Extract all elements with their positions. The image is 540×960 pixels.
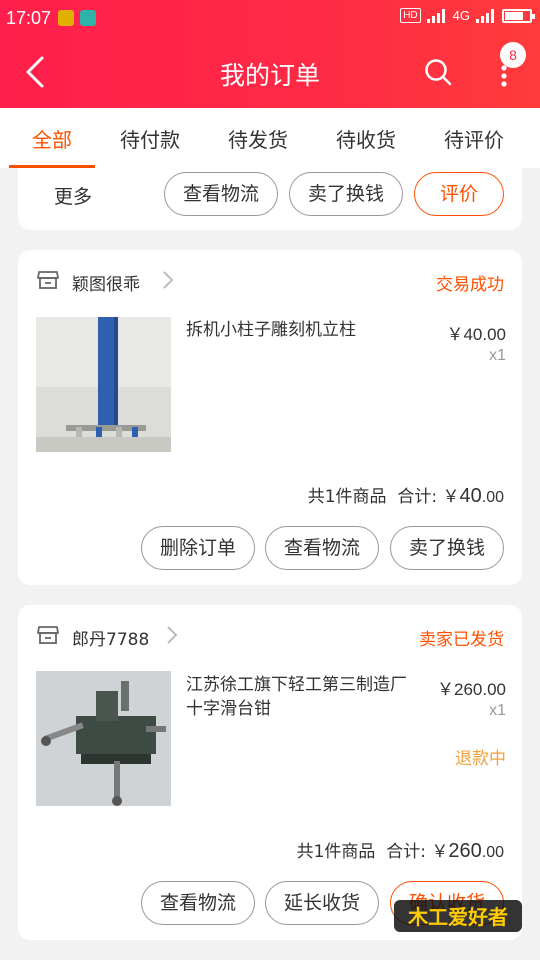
order-card[interactable]: 颖图很乖 交易成功 拆机小柱子雕刻机立柱 ￥40.00 x1 共1件商品 合计:…: [18, 250, 522, 585]
view-logistics-button[interactable]: 查看物流: [265, 526, 379, 570]
tab-pending-shipment[interactable]: 待发货: [228, 124, 288, 153]
total-amount-dec: .00: [481, 489, 504, 506]
svg-text:木工爱好者: 木工爱好者: [407, 905, 508, 929]
column-photo: [36, 317, 171, 452]
total-currency: ￥: [431, 842, 449, 862]
product-quantity: x1: [489, 702, 506, 719]
total-amount-int: 260: [448, 840, 482, 862]
page-title: 我的订单: [219, 61, 320, 90]
sell-for-cash-button[interactable]: 卖了换钱: [289, 172, 403, 216]
top-bar: 17:07 HD 4G 我的订单 8: [0, 0, 540, 108]
search-icon[interactable]: [424, 58, 452, 86]
total-currency: ￥: [442, 487, 460, 507]
refund-status[interactable]: 退款中: [455, 744, 506, 769]
shop-name[interactable]: 颖图很乖: [72, 270, 140, 295]
tab-pending-payment[interactable]: 待付款: [120, 124, 180, 153]
delete-order-button[interactable]: 删除订单: [141, 526, 255, 570]
total-label: 合计:: [386, 842, 426, 862]
order-status: 交易成功: [436, 275, 504, 295]
vise-photo: [36, 671, 171, 806]
shop-icon: [37, 626, 59, 644]
shop-icon: [37, 271, 59, 289]
status-right: HD 4G: [400, 8, 535, 23]
status-bar: 17:07 HD 4G: [0, 0, 540, 36]
total-label: 合计:: [397, 487, 438, 507]
watermark-logo: 木工爱好者: [394, 900, 522, 932]
tab-pending-review[interactable]: 待评价: [444, 124, 504, 153]
item-count: 共1件商品: [307, 487, 387, 507]
product-image[interactable]: [36, 671, 171, 806]
product-price: ￥260.00: [437, 680, 506, 699]
total-amount-int: 40: [459, 485, 482, 507]
tab-all[interactable]: 全部: [32, 124, 72, 153]
order-summary: 共1件商品 合计: ￥260.00: [297, 837, 504, 863]
signal-2-icon: [476, 8, 496, 23]
battery-icon: [502, 8, 535, 23]
order-status: 卖家已发货: [419, 630, 504, 650]
item-count: 共1件商品: [296, 842, 376, 862]
scan-app-icon: [80, 10, 96, 26]
sell-for-cash-button[interactable]: 卖了换钱: [390, 526, 504, 570]
product-price: ￥40.00: [446, 325, 506, 344]
more-actions-link[interactable]: 更多: [54, 182, 92, 209]
network-label: 4G: [452, 8, 470, 23]
total-amount-dec: .00: [481, 844, 504, 861]
chevron-right-icon: [167, 626, 178, 644]
product-title[interactable]: 江苏徐工旗下轻工第三制造厂十字滑台钳: [186, 673, 408, 721]
shop-name[interactable]: 郎丹7788: [72, 625, 149, 650]
nav-bar: 我的订单 8: [0, 36, 540, 108]
hd-icon: HD: [400, 8, 421, 23]
view-logistics-button[interactable]: 查看物流: [164, 172, 278, 216]
order-summary: 共1件商品 合计: ￥40.00: [308, 482, 504, 508]
signal-1-icon: [426, 8, 447, 23]
message-count-badge: 8: [500, 42, 526, 68]
chevron-right-icon: [163, 271, 174, 289]
extend-receipt-button[interactable]: 延长收货: [265, 881, 379, 925]
order-tabs: 全部 待付款 待发货 待收货 待评价: [0, 108, 540, 168]
notification-app-icon: [58, 10, 74, 26]
product-image[interactable]: [36, 317, 171, 452]
order-card[interactable]: 郎丹7788 卖家已发货 江苏徐工旗下轻工第三制造厂十字滑台钳 ￥260.00 …: [18, 605, 522, 940]
tab-pending-receipt[interactable]: 待收货: [336, 124, 396, 153]
product-title[interactable]: 拆机小柱子雕刻机立柱: [186, 318, 386, 342]
review-button[interactable]: 评价: [414, 172, 504, 216]
view-logistics-button[interactable]: 查看物流: [141, 881, 255, 925]
order-card-partial: 更多 查看物流 卖了换钱 评价: [18, 168, 522, 230]
status-time: 17:07: [6, 8, 52, 28]
product-quantity: x1: [489, 347, 506, 364]
